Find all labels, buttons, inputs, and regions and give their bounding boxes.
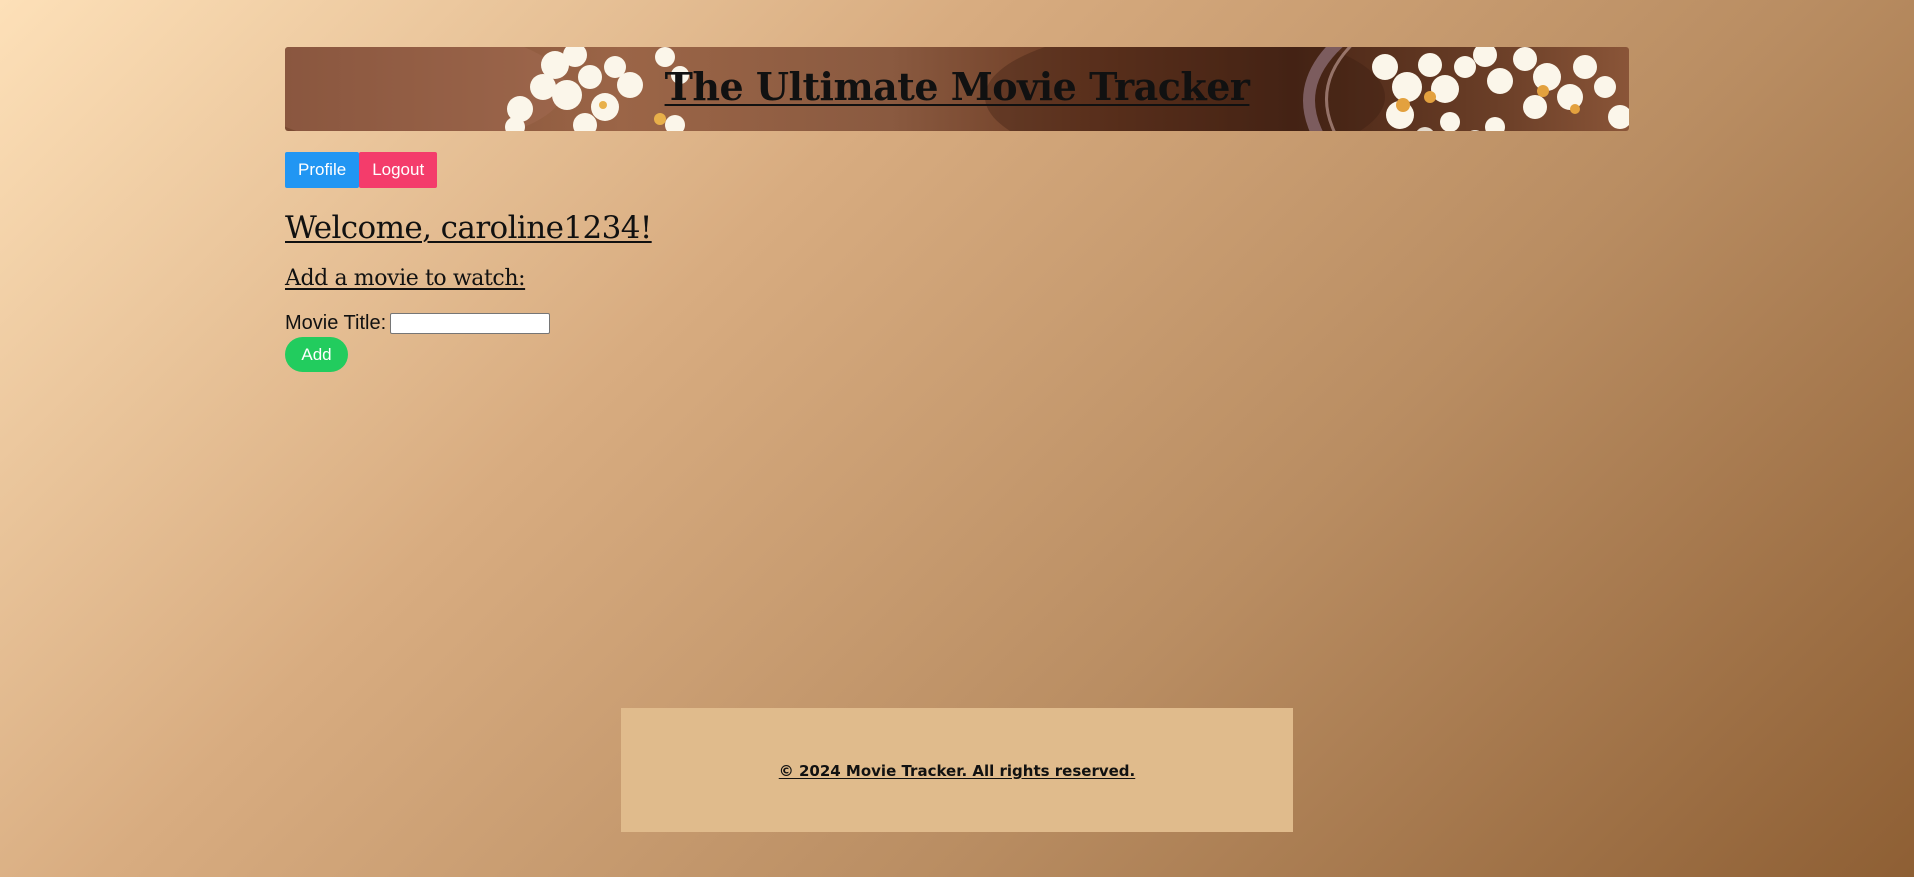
header-banner: The Ultimate Movie Tracker (285, 47, 1629, 131)
logout-button[interactable]: Logout (359, 152, 438, 188)
movie-title-input[interactable] (390, 313, 551, 334)
welcome-heading: Welcome, caroline1234! (285, 210, 652, 246)
site-title: The Ultimate Movie Tracker (664, 64, 1250, 109)
profile-button[interactable]: Profile (285, 152, 360, 188)
top-nav: Profile Logout (285, 152, 438, 188)
movie-title-label: Movie Title: (285, 312, 387, 334)
movie-title-row: Movie Title: (285, 312, 551, 335)
add-movie-heading: Add a movie to watch: (285, 266, 526, 291)
add-button[interactable]: Add (285, 337, 348, 372)
footer: © 2024 Movie Tracker. All rights reserve… (621, 708, 1293, 832)
footer-copyright: © 2024 Movie Tracker. All rights reserve… (778, 762, 1136, 780)
